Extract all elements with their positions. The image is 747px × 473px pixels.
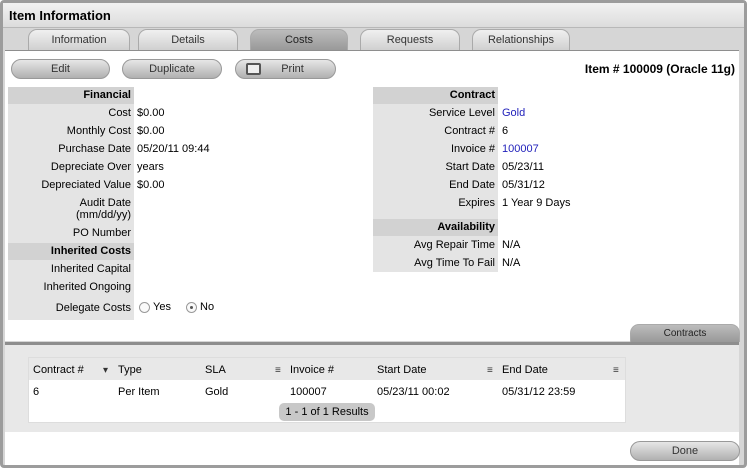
tab-contracts[interactable]: Contracts bbox=[630, 324, 740, 342]
yes-label: Yes bbox=[153, 301, 171, 313]
purchase-date-value: 05/20/11 09:44 bbox=[137, 143, 210, 155]
tab-costs[interactable]: Costs bbox=[250, 29, 348, 50]
cell-type: Per Item bbox=[118, 386, 160, 398]
print-label: Print bbox=[281, 63, 304, 75]
contract-header: Contract bbox=[373, 87, 498, 104]
column-menu-icon[interactable]: ≡ bbox=[275, 365, 281, 376]
col-invoice[interactable]: Invoice # bbox=[290, 364, 334, 376]
cell-invoice: 100007 bbox=[290, 386, 327, 398]
cost-value: $0.00 bbox=[137, 107, 165, 119]
cell-contract: 6 bbox=[33, 386, 40, 398]
cell-sla: Gold bbox=[205, 386, 229, 398]
contracts-table: Contract # ▾ Type SLA ≡ Invoice # Start … bbox=[28, 357, 626, 423]
depreciate-over-label: Depreciate Over bbox=[50, 161, 131, 173]
col-sla[interactable]: SLA bbox=[205, 364, 226, 376]
financial-header: Financial bbox=[8, 87, 134, 104]
availability-header: Availability bbox=[373, 219, 498, 236]
col-end-date[interactable]: End Date bbox=[502, 364, 548, 376]
delegate-no-radio[interactable] bbox=[186, 301, 198, 313]
monthly-cost-value: $0.00 bbox=[137, 125, 165, 137]
column-menu-icon[interactable]: ≡ bbox=[487, 365, 493, 376]
invoice-label: Invoice # bbox=[450, 143, 495, 155]
done-button[interactable]: Done bbox=[630, 441, 740, 461]
print-button[interactable]: Print bbox=[235, 59, 336, 79]
inherited-ongoing-label: Inherited Ongoing bbox=[43, 281, 131, 293]
column-menu-icon[interactable]: ≡ bbox=[613, 365, 619, 376]
pagination-label: 1 - 1 of 1 Results bbox=[279, 403, 375, 421]
tab-relationships[interactable]: Relationships bbox=[472, 29, 570, 50]
no-label: No bbox=[200, 301, 215, 313]
avg-fail-value: N/A bbox=[502, 257, 521, 269]
monthly-cost-label: Monthly Cost bbox=[66, 125, 131, 137]
end-date-value: 05/31/12 bbox=[502, 179, 545, 191]
footer bbox=[5, 432, 739, 465]
contract-number-value: 6 bbox=[502, 125, 509, 137]
service-level-label: Service Level bbox=[428, 107, 495, 119]
inherited-costs-header: Inherited Costs bbox=[8, 243, 134, 260]
duplicate-button[interactable]: Duplicate bbox=[122, 59, 222, 79]
inherited-capital-label: Inherited Capital bbox=[50, 263, 131, 275]
contract-number-label: Contract # bbox=[444, 125, 495, 137]
audit-date-format: (mm/dd/yy) bbox=[76, 209, 131, 221]
tab-details[interactable]: Details bbox=[138, 29, 238, 50]
delegate-yes-radio[interactable] bbox=[139, 301, 150, 313]
audit-date-label: Audit Date bbox=[79, 197, 131, 209]
cell-start-date: 05/23/11 00:02 bbox=[377, 386, 450, 398]
purchase-date-label: Purchase Date bbox=[58, 143, 131, 155]
start-date-value: 05/23/11 bbox=[502, 161, 545, 173]
depreciated-value-value: $0.00 bbox=[137, 179, 165, 191]
edit-button[interactable]: Edit bbox=[11, 59, 110, 79]
end-date-label: End Date bbox=[449, 179, 495, 191]
avg-fail-label: Avg Time To Fail bbox=[414, 257, 495, 269]
printer-icon bbox=[246, 63, 261, 75]
depreciate-over-value: years bbox=[137, 161, 164, 173]
cost-label: Cost bbox=[108, 107, 131, 119]
col-contract-number[interactable]: Contract # bbox=[33, 364, 84, 376]
filter-icon[interactable]: ▾ bbox=[103, 365, 108, 376]
col-type[interactable]: Type bbox=[118, 364, 142, 376]
service-level-link[interactable]: Gold bbox=[502, 107, 525, 119]
cell-end-date: 05/31/12 23:59 bbox=[502, 386, 576, 398]
tab-requests[interactable]: Requests bbox=[360, 29, 460, 50]
depreciated-value-label: Depreciated Value bbox=[41, 179, 131, 191]
po-number-label: PO Number bbox=[72, 227, 131, 239]
expires-value: 1 Year 9 Days bbox=[502, 197, 571, 209]
avg-repair-value: N/A bbox=[502, 239, 521, 251]
delegate-costs-radios: Yes No bbox=[139, 301, 214, 313]
window-title: Item Information bbox=[3, 3, 744, 28]
start-date-label: Start Date bbox=[445, 161, 495, 173]
delegate-costs-label: Delegate Costs bbox=[55, 302, 131, 314]
item-title: Item # 100009 (Oracle 11g) bbox=[584, 62, 735, 76]
invoice-link[interactable]: 100007 bbox=[502, 143, 539, 155]
col-start-date[interactable]: Start Date bbox=[377, 364, 427, 376]
avg-repair-label: Avg Repair Time bbox=[413, 239, 495, 251]
expires-label: Expires bbox=[458, 197, 495, 209]
tab-information[interactable]: Information bbox=[28, 29, 130, 50]
